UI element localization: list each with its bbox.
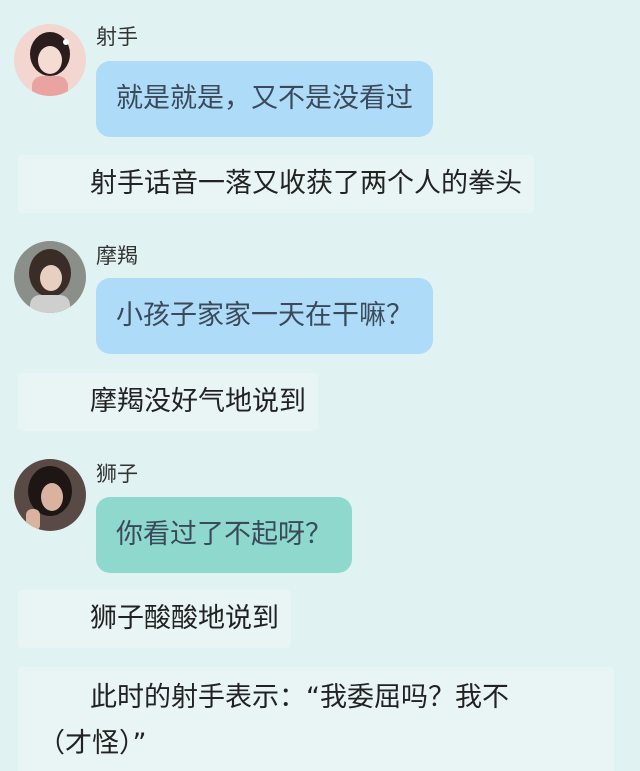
narration-text-multiline: 此时的射手表示：“我委屈吗？我不 （才怪）” — [18, 667, 614, 771]
narration-line: 此时的射手表示：“我委屈吗？我不 — [90, 682, 509, 713]
avatar-sagittarius-icon — [14, 24, 86, 96]
narration-text: 射手话音一落又收获了两个人的拳头 — [18, 155, 534, 213]
sender-name: 摩羯 — [96, 244, 138, 268]
avatar[interactable] — [14, 459, 86, 531]
narration-line: （才怪）” — [38, 728, 147, 759]
message-bubble[interactable]: 你看过了不起呀？ — [96, 497, 352, 573]
message-bubble[interactable]: 就是就是，又不是没看过 — [96, 61, 433, 137]
narration-text: 摩羯没好气地说到 — [18, 373, 318, 431]
sender-name: 狮子 — [96, 462, 138, 486]
avatar-leo-icon — [14, 459, 86, 531]
message-bubble[interactable]: 小孩子家家一天在干嘛？ — [96, 278, 433, 354]
avatar-capricorn-icon — [14, 241, 86, 313]
avatar[interactable] — [14, 24, 86, 96]
avatar[interactable] — [14, 241, 86, 313]
narration-text: 狮子酸酸地说到 — [18, 590, 291, 648]
sender-name: 射手 — [96, 25, 138, 49]
